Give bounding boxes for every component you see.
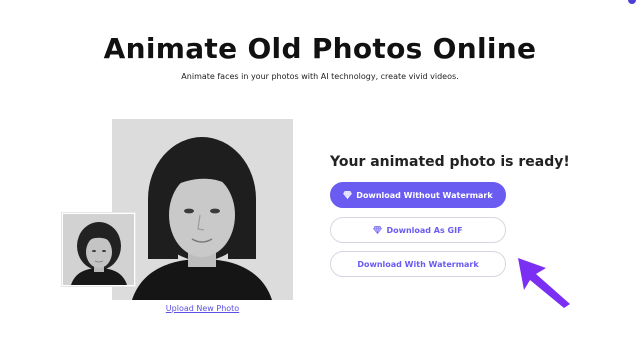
download-as-gif-label: Download As GIF xyxy=(386,225,463,235)
page-title: Animate Old Photos Online xyxy=(103,32,537,65)
diamond-icon xyxy=(343,191,353,199)
download-as-gif-button[interactable]: Download As GIF xyxy=(330,217,506,243)
portrait-image xyxy=(112,119,293,300)
original-photo-thumbnail xyxy=(62,213,135,286)
diamond-icon xyxy=(373,226,383,234)
portrait-thumbnail-image xyxy=(63,214,134,285)
animated-photo-preview xyxy=(112,119,293,300)
download-with-watermark-label: Download With Watermark xyxy=(357,259,479,269)
corner-indicator xyxy=(628,0,636,4)
download-without-watermark-label: Download Without Watermark xyxy=(356,190,493,200)
page-subtitle: Animate faces in your photos with AI tec… xyxy=(181,72,459,81)
download-with-watermark-button[interactable]: Download With Watermark xyxy=(330,251,506,277)
pointer-arrow-icon xyxy=(518,258,570,308)
result-heading: Your animated photo is ready! xyxy=(330,154,570,170)
upload-new-photo-link[interactable]: Upload New Photo xyxy=(150,304,255,313)
download-without-watermark-button[interactable]: Download Without Watermark xyxy=(330,182,506,208)
